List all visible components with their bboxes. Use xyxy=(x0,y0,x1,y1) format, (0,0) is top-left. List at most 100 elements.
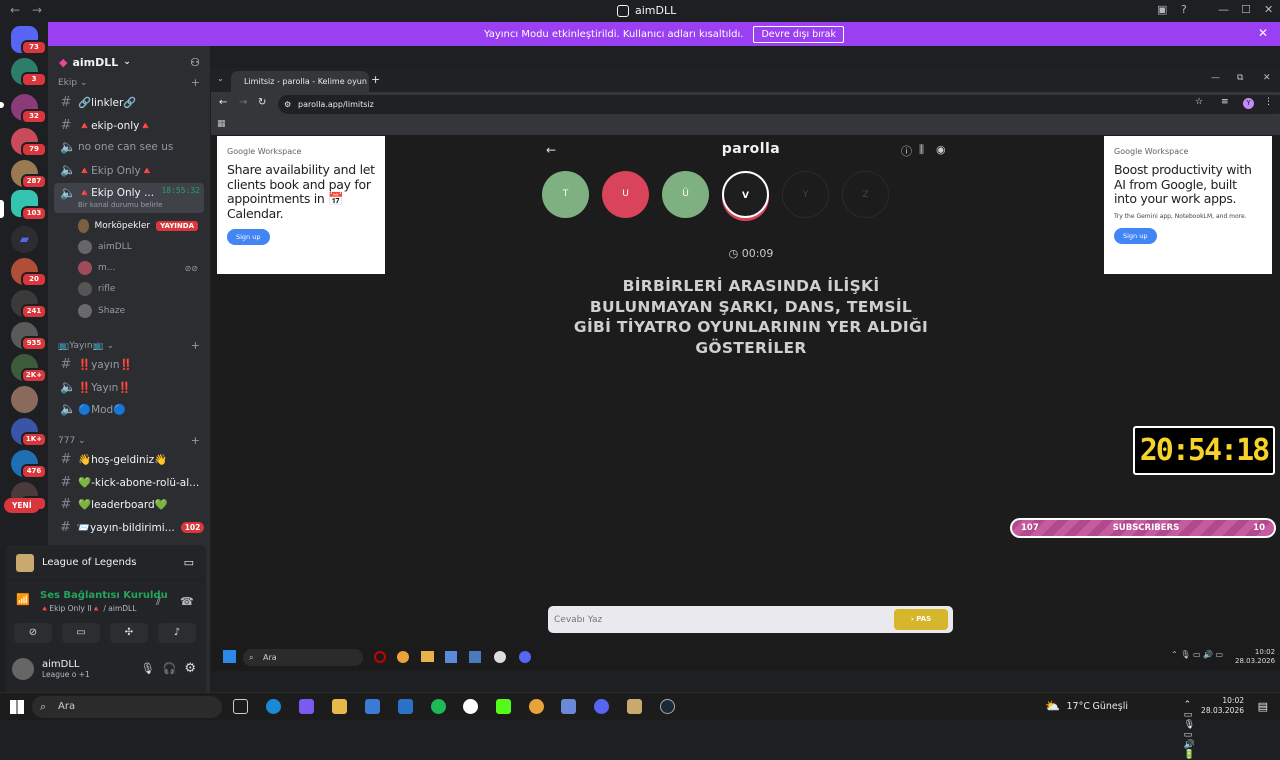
voice-channel-mod[interactable]: 🔈 🔵Mod🔵 xyxy=(54,399,204,419)
taskbar-clock[interactable]: 10:02 28.03.2026 xyxy=(1201,696,1244,716)
voice-user[interactable]: m... ⊘⊘ xyxy=(78,259,198,277)
voice-channel-ekip-only-active[interactable]: 🔈 🔺Ekip Only ... 18:55:32 Bir kanal duru… xyxy=(54,183,204,213)
app-icon[interactable] xyxy=(463,699,478,714)
ad-right[interactable]: Google Workspace Boost productivity with… xyxy=(1104,136,1272,274)
channel-linkler[interactable]: # 🔗linkler🔗 xyxy=(54,92,204,112)
captured-search[interactable]: ⌕ Ara xyxy=(243,649,363,666)
discord-icon[interactable] xyxy=(594,699,609,714)
browser-minimize-icon[interactable]: — xyxy=(1211,73,1220,83)
category-yayin[interactable]: 📺Yayın📺 ⌄ xyxy=(58,341,114,351)
add-channel-icon[interactable]: + xyxy=(191,76,200,89)
ad-signup-button[interactable]: Sign up xyxy=(227,229,270,245)
weather-icon[interactable]: ⛅ xyxy=(1045,699,1060,713)
add-member-icon[interactable]: ⚇ xyxy=(190,56,200,69)
category-777[interactable]: 777 ⌄ xyxy=(58,436,86,446)
ad-left[interactable]: Google Workspace Share availability and … xyxy=(217,136,385,274)
add-channel-icon[interactable]: + xyxy=(191,339,200,352)
settings-gear-icon[interactable]: ⚙ xyxy=(184,661,196,676)
disconnect-icon[interactable]: ☎ xyxy=(180,595,194,608)
new-tab-icon[interactable]: + xyxy=(371,73,380,86)
channel-leaderboard[interactable]: # 💚leaderboard💚 xyxy=(54,494,204,514)
forward-arrow-icon[interactable]: → xyxy=(32,3,42,17)
browser-restore-icon[interactable]: ⧉ xyxy=(1237,73,1243,83)
windows-start-icon[interactable] xyxy=(10,700,24,714)
add-channel-icon[interactable]: + xyxy=(191,434,200,447)
minimize-button[interactable]: — xyxy=(1218,3,1229,16)
avatar[interactable] xyxy=(12,657,34,680)
activity-panel[interactable]: League of Legends ▭ xyxy=(6,545,206,580)
inbox-icon[interactable]: ▣ xyxy=(1157,3,1167,16)
chrome-icon[interactable] xyxy=(529,699,544,714)
channel-hos-geldiniz[interactable]: # 👋hoş-geldiniz👋 xyxy=(54,449,204,469)
screen-share-icon[interactable]: ▭ xyxy=(184,556,194,569)
menu-icon[interactable]: ⋮ xyxy=(1264,97,1273,107)
help-icon[interactable]: ? xyxy=(1181,3,1187,16)
app-icon[interactable] xyxy=(469,651,481,663)
server-header[interactable]: ◆ aimDLL ⌄ ⚇ xyxy=(48,46,210,78)
voice-user[interactable]: rifle xyxy=(78,280,198,298)
disable-streamer-mode-button[interactable]: Devre dışı bırak xyxy=(753,25,845,43)
back-arrow-icon[interactable]: ← xyxy=(10,3,20,17)
reload-icon[interactable]: ↻ xyxy=(258,97,266,108)
bookmark-star-icon[interactable]: ☆ xyxy=(1195,97,1203,107)
server-icon[interactable] xyxy=(11,386,38,413)
voice-channel-path[interactable]: 🔺Ekip Only II🔺 / aimDLL xyxy=(40,604,136,613)
headphones-icon[interactable]: 🎧 xyxy=(163,662,177,675)
noise-suppression-icon[interactable]: ⫽ xyxy=(156,595,161,609)
tab-search-icon[interactable]: ⌄ xyxy=(217,74,224,83)
answer-input[interactable] xyxy=(554,611,884,628)
mail-icon[interactable] xyxy=(398,699,413,714)
media-icon[interactable]: ≡ xyxy=(1221,97,1229,107)
profile-icon[interactable]: ◉ xyxy=(936,143,946,156)
profile-avatar[interactable]: Y xyxy=(1243,98,1254,109)
channel-ekip-only[interactable]: # 🔺ekip-only🔺 xyxy=(54,115,204,135)
notifications-icon[interactable]: ▤ xyxy=(1258,700,1268,713)
pass-button[interactable]: › PAS xyxy=(894,609,948,630)
app-icon[interactable] xyxy=(445,651,457,663)
task-view-icon[interactable] xyxy=(233,699,248,714)
browser-close-icon[interactable]: ✕ xyxy=(1263,73,1271,83)
channel-status[interactable]: Bir kanal durumu belirle xyxy=(78,201,162,209)
address-bar[interactable]: ⚙ parolla.app/limitsiz xyxy=(278,95,1280,114)
maximize-button[interactable]: ☐ xyxy=(1241,3,1251,16)
taskbar-search[interactable]: ⌕ Ara xyxy=(32,696,222,718)
folder-icon[interactable]: ▰ xyxy=(11,226,38,253)
category-ekip[interactable]: Ekip ⌄ xyxy=(58,78,88,88)
discord-icon[interactable] xyxy=(519,651,531,663)
signal-icon[interactable]: 📶 xyxy=(16,593,30,606)
kick-icon[interactable] xyxy=(496,699,511,714)
voice-channel-yayin[interactable]: 🔈 ‼️Yayın‼️ xyxy=(54,377,204,397)
tray-icons[interactable]: ⌃ 🎙 ▭ 🔊 ▭ xyxy=(1171,650,1223,659)
tray-icons[interactable]: ⌃ ▭ 🎙 ▭ 🔊 🔋 xyxy=(1184,700,1195,760)
channel-kick-abone[interactable]: # 💚-kick-abone-rolü-al... xyxy=(54,472,204,492)
info-icon[interactable]: ⓘ xyxy=(901,143,912,159)
voice-user[interactable]: Morköpekler YAYINDA xyxy=(78,217,198,235)
stats-icon[interactable]: ⫼ xyxy=(919,143,924,157)
steam-icon[interactable] xyxy=(660,699,675,714)
weather-text[interactable]: Güneşli xyxy=(1093,701,1128,712)
browser-tab[interactable]: Limitsiz - parolla - Kelime oyun ✕ xyxy=(231,71,369,92)
folder-icon[interactable] xyxy=(421,651,434,662)
windows-start-icon[interactable] xyxy=(223,650,236,663)
weather-temp[interactable]: 17°C xyxy=(1067,701,1090,712)
store-icon[interactable] xyxy=(365,699,380,714)
voice-status[interactable]: Ses Bağlantısı Kuruldu xyxy=(40,590,168,601)
league-icon[interactable] xyxy=(627,699,642,714)
soundboard-button[interactable]: ♪ xyxy=(158,623,196,643)
channel-yayin[interactable]: # ‼️yayın‼️ xyxy=(54,354,204,374)
app-icon[interactable] xyxy=(494,651,506,663)
back-arrow-icon[interactable]: ← xyxy=(219,97,227,108)
voice-channel-ekip-only[interactable]: 🔈 🔺Ekip Only🔺 xyxy=(54,160,204,180)
close-icon[interactable]: ✕ xyxy=(1258,26,1268,40)
chrome-icon[interactable] xyxy=(397,651,409,663)
file-explorer-icon[interactable] xyxy=(332,699,347,714)
voice-user[interactable]: Shaze xyxy=(78,302,198,320)
microphone-icon[interactable]: 🎙 xyxy=(141,662,155,675)
copilot-icon[interactable] xyxy=(299,699,314,714)
apps-grid-icon[interactable]: ▦ xyxy=(217,119,226,129)
spotify-icon[interactable] xyxy=(431,699,446,714)
share-screen-button[interactable]: ▭ xyxy=(62,623,100,643)
user-info[interactable]: aimDLL League o +1 xyxy=(42,659,90,679)
activities-button[interactable]: ✣ xyxy=(110,623,148,643)
voice-user[interactable]: aimDLL xyxy=(78,238,198,256)
